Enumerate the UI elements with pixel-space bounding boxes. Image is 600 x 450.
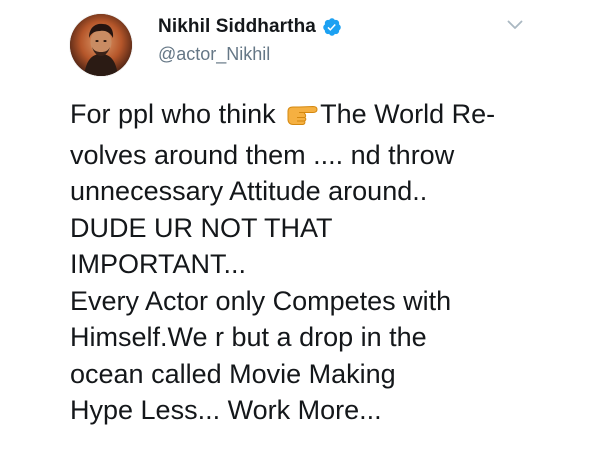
tweet-line: unnecessary Attitude around.. [70,176,428,206]
tweet-line: ocean called Movie Making [70,358,396,389]
tweet-line: Every Actor only Competes with [70,285,452,316]
user-name-row: Nikhil Siddhartha [158,14,342,40]
backhand-index-pointing-right-icon [285,100,319,137]
tweet-card: Nikhil Siddhartha @actor_Nikhil For ppl … [0,0,600,450]
tweet-text-segment: The World Re- [320,99,496,129]
display-name[interactable]: Nikhil Siddhartha [158,16,316,38]
tweet-line: volves around them .... nd throw [70,139,455,170]
tweet-text-segment: For ppl who think [70,99,284,129]
tweet-line: DUDE UR NOT THAT [70,212,333,243]
tweet-menu-button[interactable] [505,16,525,36]
avatar-image [70,14,132,76]
tweet-line: For ppl who think The World Re- [70,96,570,137]
chevron-down-icon [507,17,523,35]
tweet-line: Himself.We r but a drop in the [70,322,427,352]
tweet-line: Hype Less... Work More... [70,395,382,425]
tweet-text: For ppl who think The World Re- volves a… [70,96,570,429]
user-handle[interactable]: @actor_Nikhil [158,44,270,65]
avatar[interactable] [70,14,132,76]
verified-badge-icon [322,17,342,37]
tweet-line: IMPORTANT... [70,249,247,279]
